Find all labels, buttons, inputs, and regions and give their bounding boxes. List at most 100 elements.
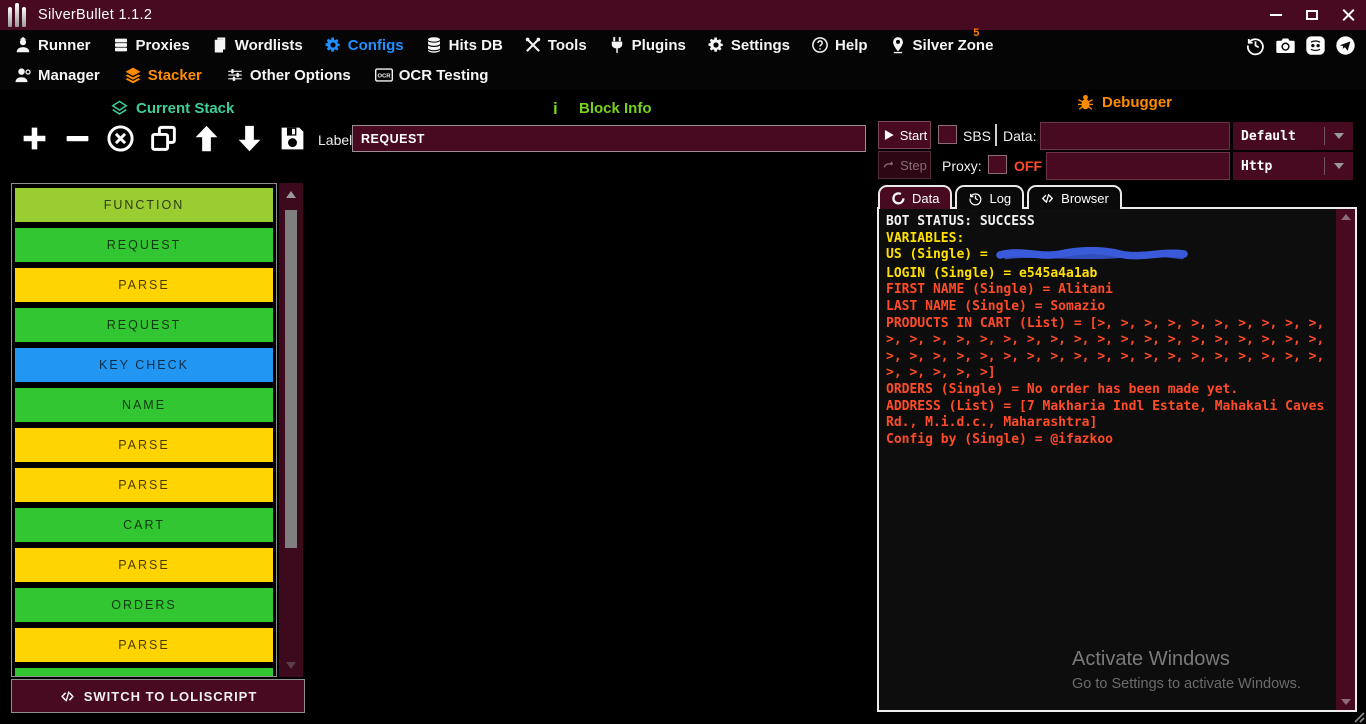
stack-block-partial[interactable]: [15, 668, 273, 677]
menu-item-silver-zone[interactable]: Silver Zone5: [889, 36, 994, 54]
menu-item-wordlists[interactable]: Wordlists: [211, 36, 303, 54]
step-button[interactable]: Step: [878, 151, 931, 179]
menu-item-plugins[interactable]: Plugins: [608, 36, 686, 54]
stack-block-parse[interactable]: PARSE: [15, 548, 273, 582]
proxy-type-dropdown[interactable]: Http: [1233, 152, 1353, 180]
play-icon: [882, 128, 896, 142]
debug-output-panel[interactable]: BOT STATUS: SUCCESSVARIABLES:US (Single)…: [877, 207, 1357, 712]
proxy-type-value: Http: [1233, 159, 1324, 174]
scroll-up-icon[interactable]: [1341, 214, 1351, 220]
debug-line-text: VARIABLES:: [886, 231, 964, 246]
menu-item-other-options[interactable]: Other Options: [226, 66, 351, 84]
debug-line: LAST NAME (Single) = Somazio: [886, 299, 1335, 316]
menu-item-stacker[interactable]: Stacker: [124, 66, 202, 84]
scroll-down-icon[interactable]: [286, 662, 296, 669]
telegram-icon[interactable]: [1335, 35, 1356, 56]
config-submenu: Manager Stacker Other Options OCROCR Testin…: [0, 60, 1366, 90]
debug-scrollbar[interactable]: [1336, 209, 1355, 710]
stack-block-parse[interactable]: PARSE: [15, 268, 273, 302]
tab-data[interactable]: Data: [878, 185, 952, 209]
block-label: FUNCTION: [104, 198, 185, 212]
stack-block-parse[interactable]: PARSE: [15, 428, 273, 462]
clear-stack-button[interactable]: [104, 122, 136, 154]
switch-button-label: SWITCH TO LOLISCRIPT: [84, 689, 258, 704]
save-icon: [278, 124, 307, 153]
stack-block-function[interactable]: FUNCTION: [15, 188, 273, 222]
debugger-title: Debugger: [1102, 94, 1172, 111]
debug-line-text: PRODUCTS IN CART (List) = [>, >, >, >, >…: [886, 316, 1332, 381]
stack-scrollbar[interactable]: [279, 183, 303, 677]
tab-log[interactable]: Log: [955, 185, 1024, 209]
scroll-down-icon[interactable]: [1341, 699, 1351, 705]
proxy-checkbox[interactable]: [988, 155, 1007, 174]
arrow-down-icon: [235, 124, 264, 153]
tab-browser[interactable]: Browser: [1027, 185, 1122, 209]
block-label-input[interactable]: [352, 125, 866, 152]
stack-block-key-check[interactable]: KEY CHECK: [15, 348, 273, 382]
debug-line-text: ORDERS (Single) = No order has been made…: [886, 382, 1238, 397]
svg-text:OCR: OCR: [377, 73, 391, 79]
start-button[interactable]: Start: [878, 121, 931, 149]
add-block-button[interactable]: [18, 122, 50, 154]
wordlist-type-dropdown[interactable]: Default: [1233, 122, 1353, 150]
stack-block-request[interactable]: REQUEST: [15, 308, 273, 342]
minimize-button[interactable]: [1258, 0, 1294, 30]
titlebar: SilverBullet 1.1.2: [0, 0, 1366, 30]
stack-block-cart[interactable]: CART: [15, 508, 273, 542]
current-stack-header: Current Stack: [110, 99, 234, 118]
debug-line: FIRST NAME (Single) = Alitani: [886, 282, 1335, 299]
silverbullet-logo-icon: [8, 3, 26, 27]
remove-block-button[interactable]: [61, 122, 93, 154]
scroll-up-icon[interactable]: [286, 191, 296, 198]
menu-item-label: Help: [835, 37, 868, 54]
menu-item-tools[interactable]: Tools: [524, 36, 587, 54]
menu-item-configs[interactable]: Configs: [324, 36, 404, 54]
stack-block-orders[interactable]: ORDERS: [15, 588, 273, 622]
menu-item-hits-db[interactable]: Hits DB: [425, 36, 503, 54]
menu-item-runner[interactable]: Runner: [14, 36, 91, 54]
data-caption: Data:: [1003, 128, 1036, 144]
menu-item-label: Proxies: [136, 37, 190, 54]
stack-block-parse[interactable]: PARSE: [15, 468, 273, 502]
window-controls: [1258, 0, 1366, 30]
stack-block-request[interactable]: REQUEST: [15, 228, 273, 262]
debug-data-input[interactable]: [1040, 122, 1230, 150]
menu-item-manager[interactable]: Manager: [14, 66, 100, 84]
menu-item-label: Wordlists: [235, 37, 303, 54]
stack-block-parse[interactable]: PARSE: [15, 628, 273, 662]
scrollbar-thumb[interactable]: [285, 210, 297, 548]
tab-label: Log: [989, 191, 1011, 206]
history-icon[interactable]: [1245, 35, 1266, 56]
debug-line: BOT STATUS: SUCCESS: [886, 214, 1335, 231]
stack-toolbar: [18, 122, 308, 154]
menu-item-label: Silver Zone: [913, 37, 994, 54]
menu-item-help[interactable]: Help: [811, 36, 868, 54]
camera-icon[interactable]: [1275, 35, 1296, 56]
close-button[interactable]: [1330, 0, 1366, 30]
stack-layers-icon: [110, 99, 129, 118]
code-icon: [59, 688, 76, 705]
maximize-button[interactable]: [1294, 0, 1330, 30]
minus-icon: [63, 124, 92, 153]
clone-icon: [149, 124, 178, 153]
menu-item-label: Plugins: [632, 37, 686, 54]
menu-item-proxies[interactable]: Proxies: [112, 36, 190, 54]
debug-line: US (Single) =: [886, 247, 1335, 266]
menu-item-settings[interactable]: Settings: [707, 36, 790, 54]
move-up-button[interactable]: [190, 122, 222, 154]
wordlist-type-value: Default: [1233, 129, 1324, 144]
plus-icon: [20, 124, 49, 153]
menu-item-ocr-testing[interactable]: OCROCR Testing: [375, 66, 489, 84]
move-down-button[interactable]: [233, 122, 265, 154]
sbs-checkbox[interactable]: [938, 125, 957, 144]
save-config-button[interactable]: [276, 122, 308, 154]
debug-line-text: FIRST NAME (Single) = Alitani: [886, 282, 1113, 297]
settings-icon: [707, 36, 725, 54]
step-arrow-icon: [882, 158, 896, 172]
proxy-input[interactable]: [1046, 152, 1230, 180]
switch-to-loliscript-button[interactable]: SWITCH TO LOLISCRIPT: [11, 679, 305, 713]
clone-block-button[interactable]: [147, 122, 179, 154]
discord-icon[interactable]: [1305, 35, 1326, 56]
debug-line-text: US (Single) =: [886, 247, 996, 262]
stack-block-name[interactable]: NAME: [15, 388, 273, 422]
